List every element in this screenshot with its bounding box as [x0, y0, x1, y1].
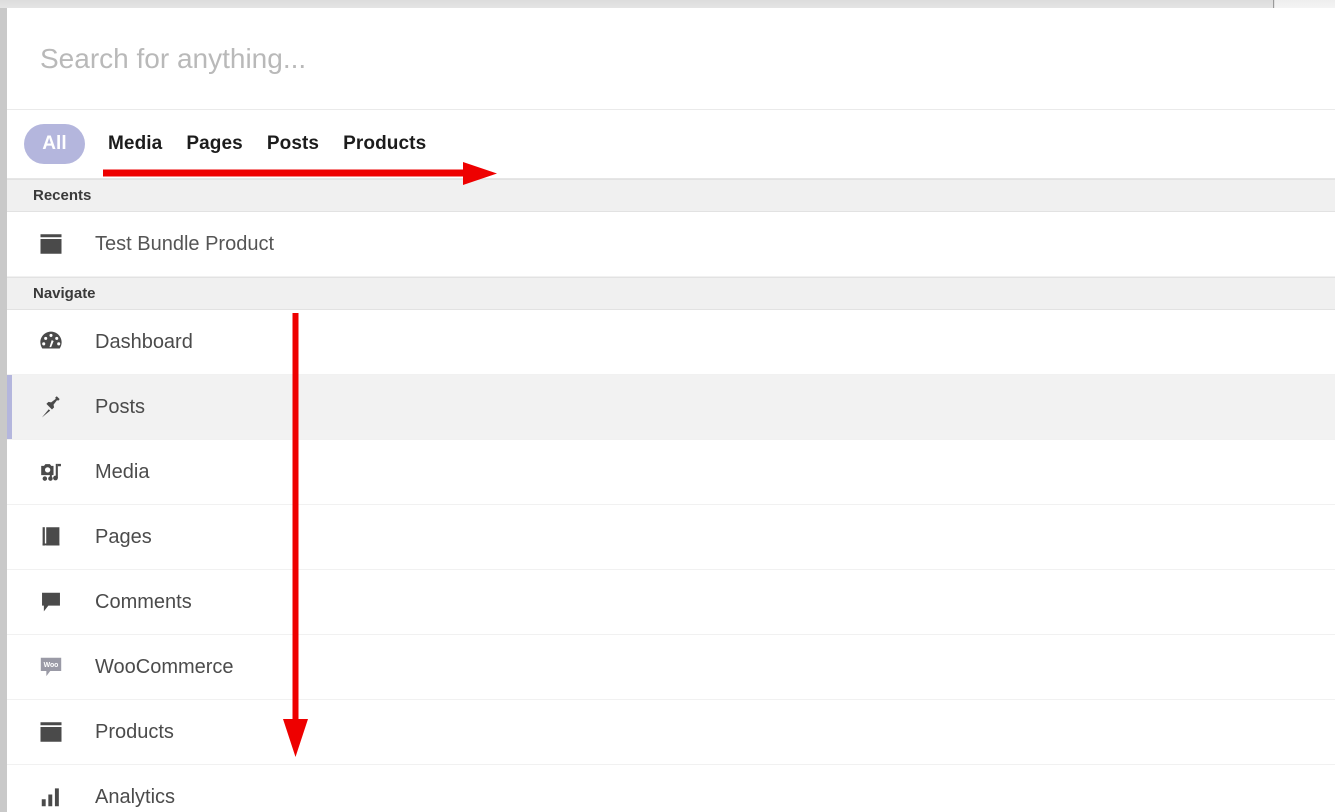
- list-item-test-bundle-product[interactable]: Test Bundle Product: [7, 212, 1335, 277]
- nav-item-label: WooCommerce: [95, 655, 234, 678]
- section-header-recents: Recents: [7, 179, 1335, 212]
- nav-item-comments[interactable]: Comments: [7, 570, 1335, 635]
- nav-item-products[interactable]: Products: [7, 700, 1335, 765]
- comment-bubble-icon: [7, 588, 95, 616]
- products-archive-icon: [7, 230, 95, 258]
- bar-chart-icon: [7, 783, 95, 811]
- tab-products[interactable]: Products: [331, 133, 438, 155]
- nav-item-pages[interactable]: Pages: [7, 505, 1335, 570]
- camera-music-icon: [7, 458, 95, 486]
- products-archive-icon: [7, 718, 95, 746]
- nav-item-label: Comments: [95, 590, 192, 613]
- nav-item-label: Products: [95, 720, 174, 743]
- svg-text:Woo: Woo: [44, 662, 59, 669]
- tab-posts[interactable]: Posts: [255, 133, 331, 155]
- window-chrome-strip: [0, 0, 1335, 8]
- window-chrome-strip-right: [1275, 0, 1335, 8]
- section-header-navigate: Navigate: [7, 277, 1335, 310]
- nav-item-posts[interactable]: Posts: [7, 375, 1335, 440]
- tab-all[interactable]: All: [24, 124, 85, 164]
- command-palette-panel: All Media Pages Posts Products Recents T…: [7, 8, 1335, 812]
- dashboard-gauge-icon: [7, 328, 95, 356]
- nav-item-label: Analytics: [95, 785, 176, 808]
- nav-item-label: Pages: [95, 525, 152, 548]
- tab-media[interactable]: Media: [96, 133, 174, 155]
- nav-item-woocommerce[interactable]: Woo WooCommerce: [7, 635, 1335, 700]
- pin-icon: [7, 393, 95, 421]
- nav-item-dashboard[interactable]: Dashboard: [7, 310, 1335, 375]
- nav-item-label: Posts: [95, 395, 146, 418]
- list-item-label: Test Bundle Product: [95, 232, 274, 255]
- nav-item-label: Media: [95, 460, 150, 483]
- tab-pages[interactable]: Pages: [174, 133, 254, 155]
- pages-stack-icon: [7, 523, 95, 551]
- window-chrome-divider: [1273, 0, 1274, 8]
- nav-item-label: Dashboard: [95, 330, 193, 353]
- panel-left-gutter: [0, 8, 7, 812]
- app-root: All Media Pages Posts Products Recents T…: [0, 0, 1335, 812]
- nav-item-analytics[interactable]: Analytics: [7, 765, 1335, 812]
- woocommerce-icon: Woo: [7, 652, 95, 682]
- filter-tabs: All Media Pages Posts Products: [7, 110, 1335, 179]
- nav-item-media[interactable]: Media: [7, 440, 1335, 505]
- search-input[interactable]: [7, 42, 1335, 75]
- search-bar[interactable]: [7, 8, 1335, 110]
